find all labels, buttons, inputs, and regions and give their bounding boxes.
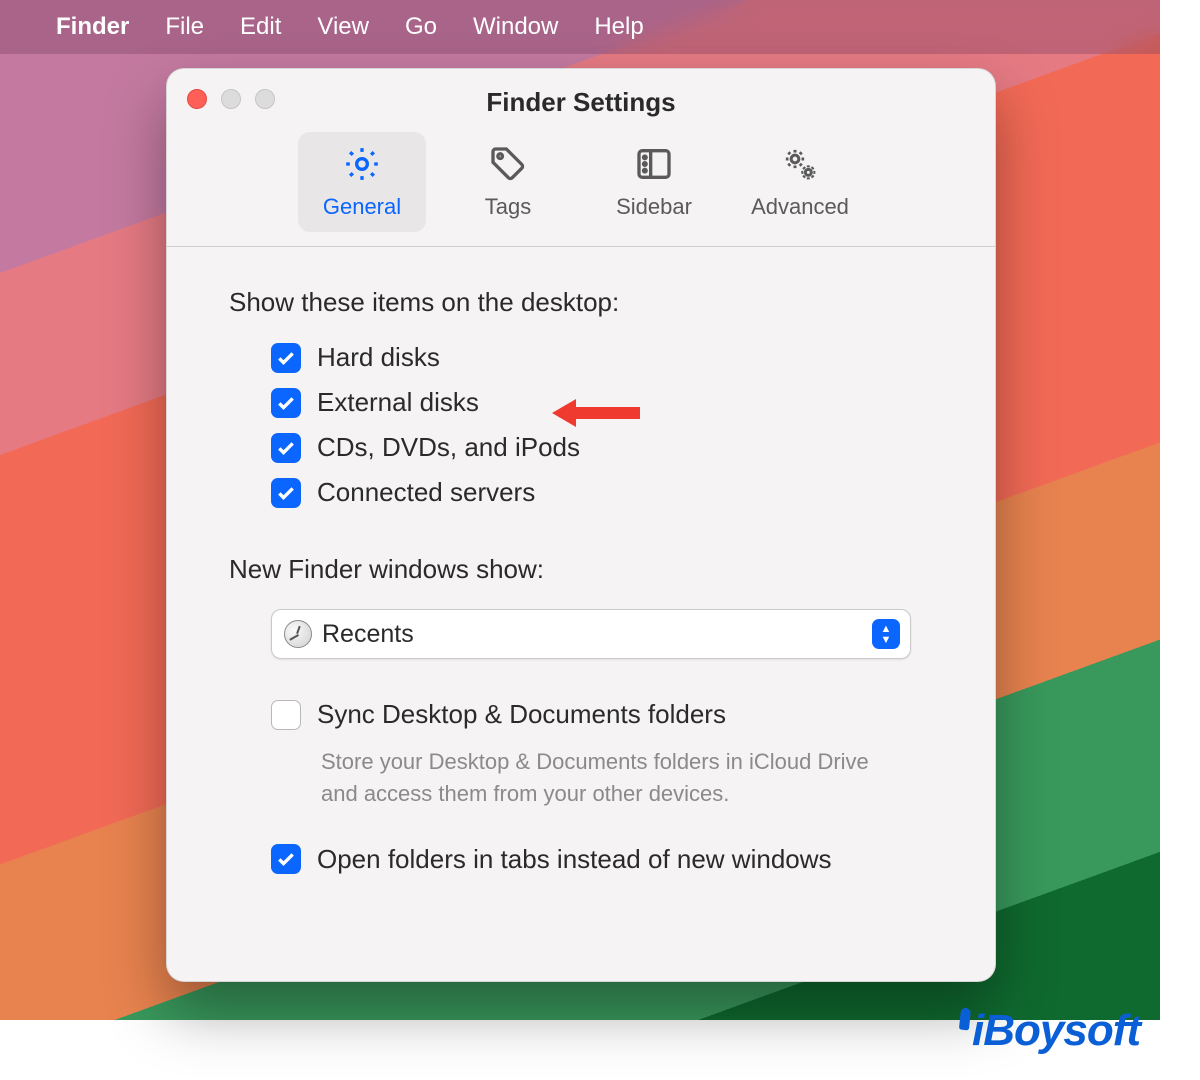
tab-tags[interactable]: Tags [444, 132, 572, 232]
checkbox-connected-servers[interactable]: Connected servers [271, 477, 933, 508]
title-bar: Finder Settings General Tags Sidebar [167, 69, 995, 247]
tab-label: Sidebar [616, 194, 692, 220]
menu-view[interactable]: View [317, 13, 369, 41]
checkbox-label: Connected servers [317, 477, 535, 508]
checkbox-icon [271, 844, 301, 874]
checkbox-cds-dvds-ipods[interactable]: CDs, DVDs, and iPods [271, 432, 933, 463]
window-title: Finder Settings [167, 87, 995, 118]
watermark-logo: iBoysoft [960, 1006, 1140, 1056]
window-minimize-button[interactable] [221, 89, 241, 109]
recents-icon [284, 620, 312, 648]
new-windows-label: New Finder windows show: [229, 554, 933, 585]
tab-advanced[interactable]: Advanced [736, 132, 864, 232]
general-pane: Show these items on the desktop: Hard di… [167, 247, 995, 895]
menu-help[interactable]: Help [594, 13, 643, 41]
menu-go[interactable]: Go [405, 13, 437, 41]
checkbox-label: Hard disks [317, 342, 440, 373]
select-stepper-icon: ▲▼ [872, 619, 900, 649]
menu-edit[interactable]: Edit [240, 13, 281, 41]
select-value: Recents [322, 620, 414, 649]
page-margin-right [1160, 0, 1200, 1080]
checkbox-icon [271, 478, 301, 508]
tab-sidebar[interactable]: Sidebar [590, 132, 718, 232]
checkbox-icon [271, 343, 301, 373]
window-zoom-button[interactable] [255, 89, 275, 109]
traffic-lights [187, 89, 275, 109]
checkbox-label: Open folders in tabs instead of new wind… [317, 844, 832, 875]
checkbox-hard-disks[interactable]: Hard disks [271, 342, 933, 373]
window-close-button[interactable] [187, 89, 207, 109]
sidebar-icon [632, 142, 676, 186]
watermark-text: iBoysoft [972, 1006, 1140, 1056]
menu-app-name[interactable]: Finder [56, 13, 129, 41]
checkbox-icon [271, 433, 301, 463]
tab-label: Tags [485, 194, 531, 220]
menu-bar: Finder File Edit View Go Window Help [0, 0, 1160, 54]
checkbox-external-disks[interactable]: External disks [271, 387, 933, 418]
menu-file[interactable]: File [165, 13, 204, 41]
show-on-desktop-label: Show these items on the desktop: [229, 287, 933, 318]
checkbox-open-in-tabs[interactable]: Open folders in tabs instead of new wind… [271, 844, 933, 875]
tab-label: Advanced [751, 194, 849, 220]
checkbox-icon [271, 388, 301, 418]
tab-label: General [323, 194, 401, 220]
checkbox-label: Sync Desktop & Documents folders [317, 699, 726, 730]
desktop-items-list: Hard disks External disks CDs, DVDs, and… [229, 342, 933, 508]
tab-general[interactable]: General [298, 132, 426, 232]
finder-settings-window: Finder Settings General Tags Sidebar [166, 68, 996, 982]
watermark-dot-icon [959, 1008, 971, 1031]
gears-icon [778, 142, 822, 186]
checkbox-label: External disks [317, 387, 479, 418]
tag-icon [486, 142, 530, 186]
gear-icon [340, 142, 384, 186]
menu-window[interactable]: Window [473, 13, 558, 41]
checkbox-icon [271, 700, 301, 730]
settings-toolbar: General Tags Sidebar Advanced [167, 118, 995, 247]
sync-description: Store your Desktop & Documents folders i… [321, 746, 881, 810]
checkbox-label: CDs, DVDs, and iPods [317, 432, 580, 463]
new-windows-select[interactable]: Recents ▲▼ [271, 609, 911, 659]
checkbox-sync-desktop-documents[interactable]: Sync Desktop & Documents folders [271, 699, 933, 730]
